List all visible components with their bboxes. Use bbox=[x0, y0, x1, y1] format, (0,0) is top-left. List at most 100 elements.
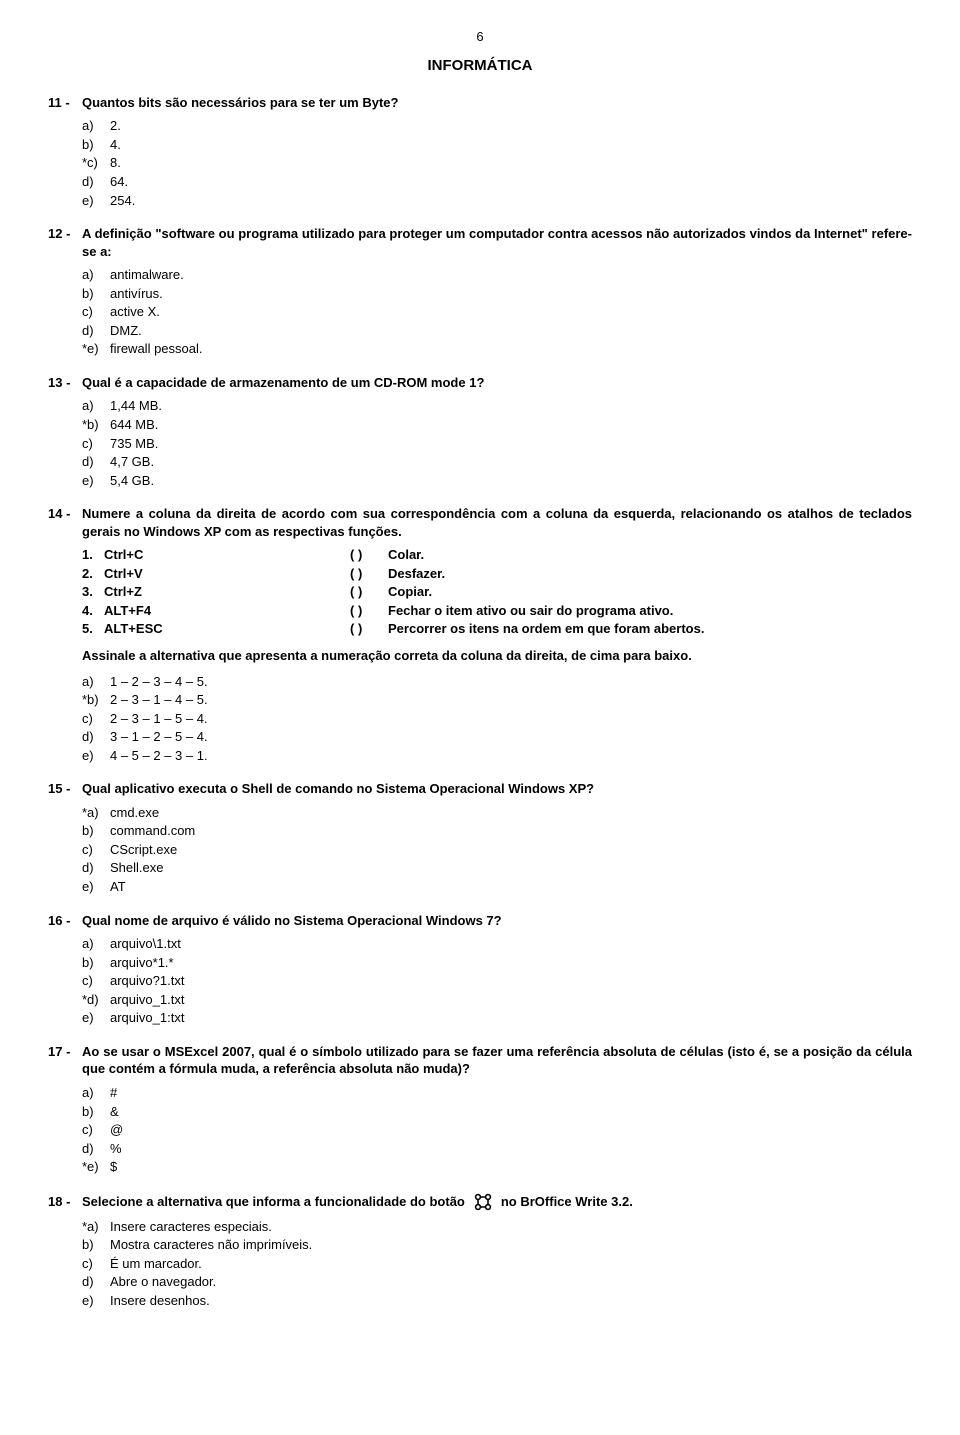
option-d: d)64. bbox=[82, 173, 912, 191]
option-label: a) bbox=[82, 266, 110, 284]
option-text: 2 – 3 – 1 – 4 – 5. bbox=[110, 691, 912, 709]
option-label: a) bbox=[82, 397, 110, 415]
option-a: *a)Insere caracteres especiais. bbox=[82, 1218, 912, 1236]
option-label: c) bbox=[82, 841, 110, 859]
question-text: Quantos bits são necessários para se ter… bbox=[82, 94, 912, 112]
option-text: 1 – 2 – 3 – 4 – 5. bbox=[110, 673, 912, 691]
option-text: Abre o navegador. bbox=[110, 1273, 912, 1291]
option-text: Insere desenhos. bbox=[110, 1292, 912, 1310]
option-label: b) bbox=[82, 822, 110, 840]
pair-right: Percorrer os itens na ordem em que foram… bbox=[388, 620, 912, 638]
option-c: c)2 – 3 – 1 – 5 – 4. bbox=[82, 710, 912, 728]
option-d: d)3 – 1 – 2 – 5 – 4. bbox=[82, 728, 912, 746]
option-label: e) bbox=[82, 472, 110, 490]
option-label: c) bbox=[82, 710, 110, 728]
option-label: c) bbox=[82, 1121, 110, 1139]
option-label: d) bbox=[82, 1140, 110, 1158]
pair-paren: ( ) bbox=[350, 620, 388, 638]
option-e: e)4 – 5 – 2 – 3 – 1. bbox=[82, 747, 912, 765]
option-a: a)1,44 MB. bbox=[82, 397, 912, 415]
pair-right: Fechar o item ativo ou sair do programa … bbox=[388, 602, 912, 620]
question-text-after: no BrOffice Write 3.2. bbox=[501, 1193, 633, 1211]
question-text: Numere a coluna da direita de acordo com… bbox=[82, 505, 912, 540]
pair-left: ALT+ESC bbox=[104, 620, 350, 638]
option-d: *d)arquivo_1.txt bbox=[82, 991, 912, 1009]
option-e: *e)firewall pessoal. bbox=[82, 340, 912, 358]
pair-number: 1. bbox=[82, 546, 104, 564]
option-e: e)Insere desenhos. bbox=[82, 1292, 912, 1310]
question-number: 13 - bbox=[48, 374, 82, 392]
option-text: 644 MB. bbox=[110, 416, 912, 434]
pair-number: 3. bbox=[82, 583, 104, 601]
option-c: c)735 MB. bbox=[82, 435, 912, 453]
option-text: arquivo\1.txt bbox=[110, 935, 912, 953]
option-d: d)Shell.exe bbox=[82, 859, 912, 877]
option-text: 2 – 3 – 1 – 5 – 4. bbox=[110, 710, 912, 728]
pair-right: Desfazer. bbox=[388, 565, 912, 583]
option-label: c) bbox=[82, 435, 110, 453]
option-label: a) bbox=[82, 673, 110, 691]
option-a: a)1 – 2 – 3 – 4 – 5. bbox=[82, 673, 912, 691]
page-number: 6 bbox=[48, 28, 912, 46]
option-label: e) bbox=[82, 1292, 110, 1310]
option-text: $ bbox=[110, 1158, 912, 1176]
option-label: e) bbox=[82, 878, 110, 896]
question-12: 12 - A definição "software ou programa u… bbox=[48, 225, 912, 358]
option-label: *a) bbox=[82, 804, 110, 822]
option-e: e)254. bbox=[82, 192, 912, 210]
option-label: *a) bbox=[82, 1218, 110, 1236]
option-text: AT bbox=[110, 878, 912, 896]
option-d: d)4,7 GB. bbox=[82, 453, 912, 471]
option-label: b) bbox=[82, 285, 110, 303]
option-label: e) bbox=[82, 747, 110, 765]
option-label: *e) bbox=[82, 340, 110, 358]
option-text: cmd.exe bbox=[110, 804, 912, 822]
question-15: 15 - Qual aplicativo executa o Shell de … bbox=[48, 780, 912, 895]
question-17: 17 - Ao se usar o MSExcel 2007, qual é o… bbox=[48, 1043, 912, 1176]
question-11: 11 - Quantos bits são necessários para s… bbox=[48, 94, 912, 209]
option-label: c) bbox=[82, 1255, 110, 1273]
option-c: c)active X. bbox=[82, 303, 912, 321]
option-label: b) bbox=[82, 954, 110, 972]
option-text: arquivo?1.txt bbox=[110, 972, 912, 990]
option-text: arquivo*1.* bbox=[110, 954, 912, 972]
question-text-before: Selecione a alternativa que informa a fu… bbox=[82, 1193, 465, 1211]
option-a: a)arquivo\1.txt bbox=[82, 935, 912, 953]
option-text: command.com bbox=[110, 822, 912, 840]
option-b: b)4. bbox=[82, 136, 912, 154]
question-14: 14 - Numere a coluna da direita de acord… bbox=[48, 505, 912, 764]
option-text: 8. bbox=[110, 154, 912, 172]
question-number: 17 - bbox=[48, 1043, 82, 1078]
option-label: b) bbox=[82, 1236, 110, 1254]
special-character-icon bbox=[473, 1192, 493, 1212]
option-text: 5,4 GB. bbox=[110, 472, 912, 490]
pair-left: Ctrl+V bbox=[104, 565, 350, 583]
pair-right: Copiar. bbox=[388, 583, 912, 601]
option-text: @ bbox=[110, 1121, 912, 1139]
sub-instruction: Assinale a alternativa que apresenta a n… bbox=[82, 647, 912, 665]
pair-number: 5. bbox=[82, 620, 104, 638]
pair-paren: ( ) bbox=[350, 565, 388, 583]
option-text: 4,7 GB. bbox=[110, 453, 912, 471]
option-c: c)É um marcador. bbox=[82, 1255, 912, 1273]
option-text: Shell.exe bbox=[110, 859, 912, 877]
pair-left: ALT+F4 bbox=[104, 602, 350, 620]
option-label: b) bbox=[82, 136, 110, 154]
option-b: b)antivírus. bbox=[82, 285, 912, 303]
question-text: Ao se usar o MSExcel 2007, qual é o símb… bbox=[82, 1043, 912, 1078]
option-text: DMZ. bbox=[110, 322, 912, 340]
pair-paren: ( ) bbox=[350, 546, 388, 564]
option-b: b)& bbox=[82, 1103, 912, 1121]
option-b: *b)644 MB. bbox=[82, 416, 912, 434]
option-label: b) bbox=[82, 1103, 110, 1121]
option-label: a) bbox=[82, 1084, 110, 1102]
question-16: 16 - Qual nome de arquivo é válido no Si… bbox=[48, 912, 912, 1027]
question-text: Qual nome de arquivo é válido no Sistema… bbox=[82, 912, 912, 930]
option-text: 3 – 1 – 2 – 5 – 4. bbox=[110, 728, 912, 746]
option-text: 4. bbox=[110, 136, 912, 154]
option-text: active X. bbox=[110, 303, 912, 321]
option-c: c)CScript.exe bbox=[82, 841, 912, 859]
option-a: a)antimalware. bbox=[82, 266, 912, 284]
pair-left: Ctrl+Z bbox=[104, 583, 350, 601]
option-d: d)DMZ. bbox=[82, 322, 912, 340]
